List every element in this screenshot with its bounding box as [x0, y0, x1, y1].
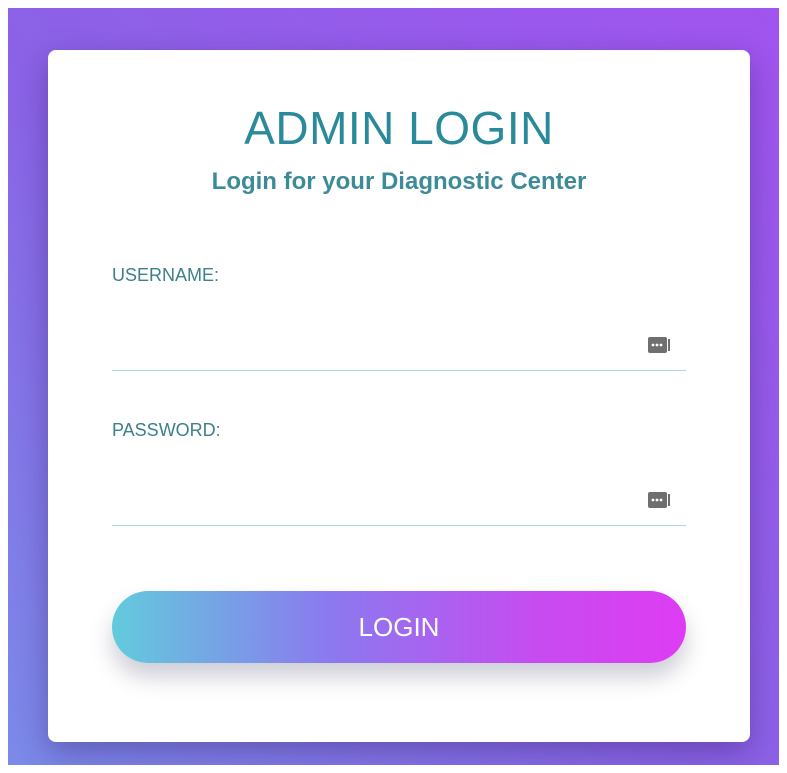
page-subtitle: Login for your Diagnostic Center [211, 168, 587, 195]
username-label: USERNAME: [112, 265, 220, 285]
password-manager-icon[interactable] [648, 491, 670, 509]
login-card: ADMIN LOGIN Login for your Diagnostic Ce… [48, 50, 750, 742]
page-title: ADMIN LOGIN [244, 102, 554, 154]
username-field-container [112, 324, 686, 371]
password-input[interactable] [112, 479, 632, 525]
password-field-container [112, 479, 686, 526]
login-button[interactable]: LOGIN [112, 591, 686, 663]
username-input[interactable] [112, 324, 632, 370]
page-background: ADMIN LOGIN Login for your Diagnostic Ce… [8, 8, 779, 765]
password-label: PASSWORD: [112, 420, 221, 440]
password-manager-icon[interactable] [648, 336, 670, 354]
